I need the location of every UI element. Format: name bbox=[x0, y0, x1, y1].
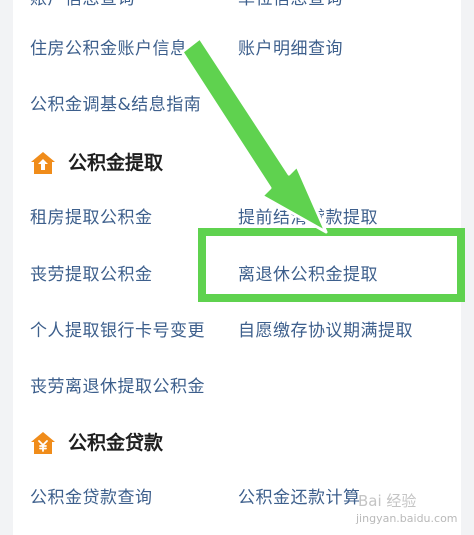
watermark-brand: Bai 经验 bbox=[358, 492, 417, 510]
pointer-arrow-icon bbox=[180, 36, 328, 234]
watermark-url: jingyan.baidu.com bbox=[356, 512, 458, 525]
